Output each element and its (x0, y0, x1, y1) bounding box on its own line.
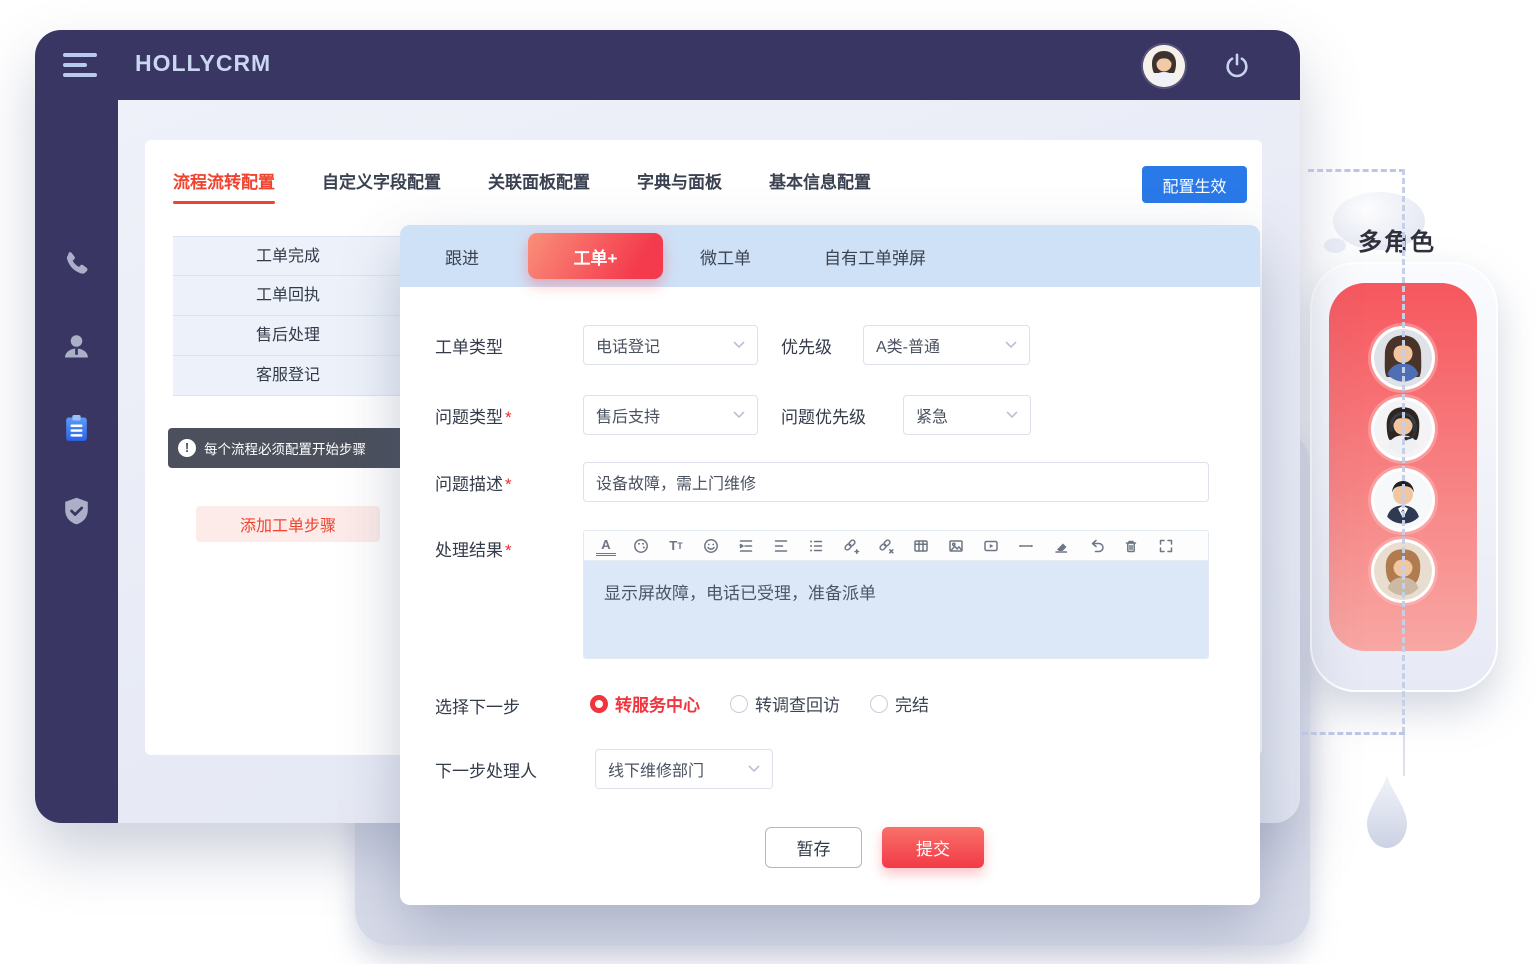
image-icon[interactable] (946, 536, 966, 556)
issue-priority-select[interactable]: 紧急 (903, 395, 1031, 435)
next-handler-select[interactable]: 线下维修部门 (595, 749, 773, 789)
next-step-label: 选择下一步 (435, 693, 520, 718)
apply-config-button[interactable]: 配置生效 (1142, 166, 1247, 203)
next-step-radio-group: 转服务中心 转调查回访 完结 (590, 691, 959, 716)
editor-toolbar: A TT (584, 531, 1208, 561)
tab-process-flow-config[interactable]: 流程流转配置 (173, 168, 275, 193)
workflow-step-item[interactable]: 客服登记 (173, 356, 403, 396)
issue-desc-label: 问题描述* (435, 470, 512, 495)
emoji-icon[interactable] (701, 536, 721, 556)
issue-desc-input[interactable]: 设备故障，需上门维修 (583, 462, 1209, 502)
workflow-step-item[interactable]: 售后处理 (173, 316, 403, 356)
sidebar-item-contacts[interactable] (60, 330, 93, 363)
radio-transfer-survey-callback[interactable]: 转调查回访 (730, 691, 840, 716)
color-palette-icon[interactable] (631, 536, 651, 556)
issue-type-label: 问题类型* (435, 403, 512, 428)
delete-icon[interactable] (1121, 536, 1141, 556)
chevron-down-icon (1005, 341, 1017, 349)
chevron-down-icon (733, 341, 745, 349)
workflow-step-list: 工单完成 工单回执 售后处理 客服登记 (173, 236, 403, 396)
sidebar-item-security[interactable] (60, 495, 93, 528)
dashed-line-bottom (1302, 732, 1405, 735)
workflow-step-item[interactable]: 工单回执 (173, 276, 403, 316)
ticket-modal-tabs: 跟进 工单+ 微工单 自有工单弹屏 (400, 225, 1260, 287)
app-header: HOLLYCRM (35, 30, 1300, 100)
text-style-icon[interactable]: A (596, 536, 616, 556)
tab-micro-ticket[interactable]: 微工单 (700, 244, 751, 269)
tab-ticket-plus[interactable]: 工单+ (528, 233, 663, 279)
insert-link-icon[interactable] (841, 536, 861, 556)
radio-dot (870, 695, 888, 713)
submit-button[interactable]: 提交 (882, 827, 984, 868)
dashed-line-top (1308, 169, 1405, 172)
result-editor: A TT 显示屏故障，电话已受理，准备派单 (583, 530, 1209, 659)
radio-complete[interactable]: 完结 (870, 691, 929, 716)
ticket-type-select[interactable]: 电话登记 (583, 325, 758, 365)
issue-priority-label: 问题优先级 (781, 403, 866, 428)
align-left-icon[interactable] (771, 536, 791, 556)
result-editor-content[interactable]: 显示屏故障，电话已受理，准备派单 (584, 561, 1208, 658)
eraser-icon[interactable] (1051, 536, 1071, 556)
next-handler-label: 下一步处理人 (435, 757, 537, 782)
list-icon[interactable] (806, 536, 826, 556)
tab-dictionary-panel[interactable]: 字典与面板 (637, 168, 722, 193)
chevron-down-icon (748, 765, 760, 773)
dashed-line-vertical (1402, 169, 1405, 733)
teardrop-shape (1365, 772, 1409, 850)
user-avatar[interactable] (1143, 45, 1185, 87)
indent-icon[interactable] (736, 536, 756, 556)
tab-own-ticket-popup[interactable]: 自有工单弹屏 (824, 244, 926, 269)
priority-label: 优先级 (781, 333, 832, 358)
table-icon[interactable] (911, 536, 931, 556)
ticket-form-modal: 跟进 工单+ 微工单 自有工单弹屏 工单类型 电话登记 优先级 A类-普通 问题… (400, 225, 1260, 905)
menu-icon[interactable] (63, 53, 99, 79)
video-icon[interactable] (981, 536, 1001, 556)
chevron-down-icon (1006, 411, 1018, 419)
workflow-step-item[interactable]: 工单完成 (173, 236, 403, 276)
priority-select[interactable]: A类-普通 (863, 325, 1030, 365)
undo-icon[interactable] (1086, 536, 1106, 556)
radio-dot (590, 695, 608, 713)
brand-logo: HOLLYCRM (135, 50, 271, 77)
remove-link-icon[interactable] (876, 536, 896, 556)
multi-role-label: 多角色 (1358, 222, 1436, 257)
side-nav (35, 100, 118, 823)
exclamation-icon: ! (178, 439, 196, 457)
tab-custom-fields-config[interactable]: 自定义字段配置 (322, 168, 441, 193)
tab-follow-up[interactable]: 跟进 (445, 244, 479, 269)
drop-connector-line (1403, 734, 1405, 776)
logout-power-icon[interactable] (1223, 51, 1251, 79)
issue-type-select[interactable]: 售后支持 (583, 395, 758, 435)
workflow-notice-tooltip: ! 每个流程必须配置开始步骤 (168, 428, 405, 468)
chevron-down-icon (733, 411, 745, 419)
notice-text: 每个流程必须配置开始步骤 (204, 438, 366, 458)
ticket-type-label: 工单类型 (435, 333, 503, 358)
config-tabs: 流程流转配置 自定义字段配置 关联面板配置 字典与面板 基本信息配置 (173, 168, 871, 193)
result-label: 处理结果* (435, 536, 512, 561)
radio-transfer-service-center[interactable]: 转服务中心 (590, 691, 700, 716)
radio-dot (730, 695, 748, 713)
tab-linked-panel-config[interactable]: 关联面板配置 (488, 168, 590, 193)
font-size-icon[interactable]: TT (666, 536, 686, 556)
horizontal-rule-icon[interactable] (1016, 536, 1036, 556)
tab-basic-info-config[interactable]: 基本信息配置 (769, 168, 871, 193)
sidebar-item-phone[interactable] (60, 248, 93, 281)
save-draft-button[interactable]: 暂存 (765, 827, 862, 868)
add-step-button[interactable]: 添加工单步骤 (196, 506, 380, 542)
sidebar-item-work-orders[interactable] (60, 412, 93, 445)
cloud-shape-small (1324, 238, 1346, 253)
fullscreen-icon[interactable] (1156, 536, 1176, 556)
